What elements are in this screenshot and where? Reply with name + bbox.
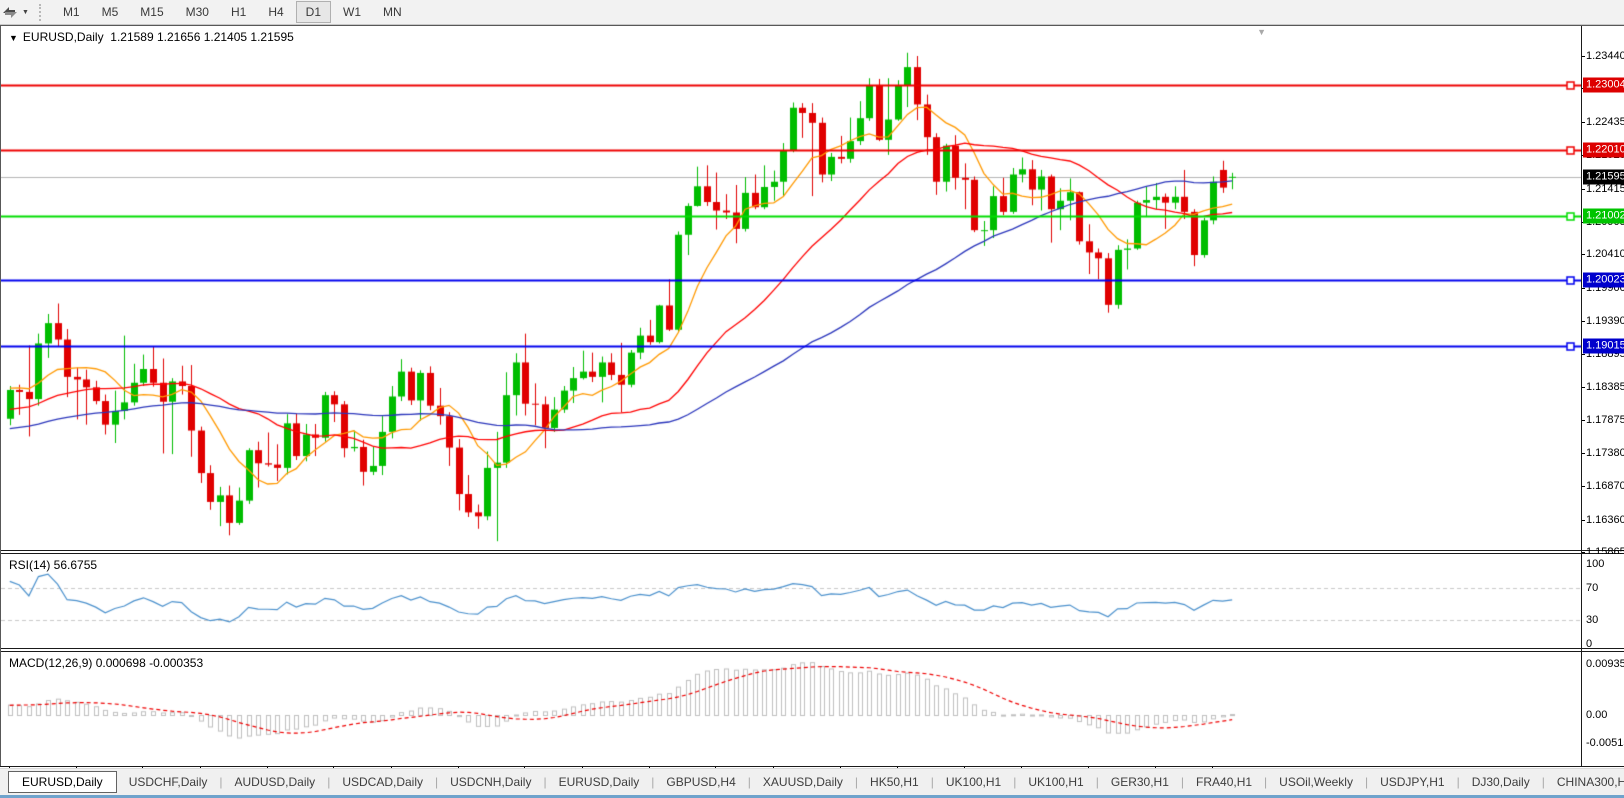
timeframe-button-w1[interactable]: W1	[333, 1, 371, 23]
macd-canvas[interactable]	[1, 652, 1581, 747]
toolbar-grip[interactable]	[39, 4, 44, 21]
macd-axis-label: 0.00	[1586, 709, 1607, 721]
chart-title-ohlc: 1.21589 1.21656 1.21405 1.21595	[110, 30, 294, 44]
rsi-axis-label: 70	[1586, 582, 1598, 594]
trading-terminal: ▼ M1M5M15M30H1H4D1W1MN ▼ EURUSD,Daily 1.2…	[0, 0, 1624, 798]
chart-tab-bar: EURUSD,DailyUSDCHF,Daily|AUDUSD,Daily|US…	[0, 768, 1624, 795]
chart-tab[interactable]: USDCNH,Daily	[438, 772, 543, 792]
macd-axis-label: 0.009354	[1586, 658, 1624, 670]
price-axis-label: 1.20410	[1586, 248, 1624, 260]
price-axis-label: 1.17380	[1586, 447, 1624, 459]
timeframe-button-m30[interactable]: M30	[176, 1, 219, 23]
chart-tab[interactable]: HK50,H1	[858, 772, 931, 792]
chart-window: ▼ EURUSD,Daily 1.21589 1.21656 1.21405 1.…	[0, 25, 1624, 766]
price-axis-label: 1.16870	[1586, 480, 1624, 492]
price-level-badge: 1.22010	[1583, 142, 1624, 157]
chart-tab[interactable]: GBPUSD,H4	[654, 772, 747, 792]
timeframe-button-d1[interactable]: D1	[296, 1, 331, 23]
chart-tab[interactable]: USDCAD,Daily	[330, 772, 435, 792]
timeframe-button-h1[interactable]: H1	[221, 1, 256, 23]
price-level-badge: 1.20023	[1583, 272, 1624, 287]
chart-title: ▼ EURUSD,Daily 1.21589 1.21656 1.21405 1.…	[9, 30, 294, 44]
chart-tab[interactable]: USDJPY,H1	[1368, 772, 1456, 792]
price-level-badge: 1.21002	[1583, 208, 1624, 223]
chart-tab[interactable]: CHINA300,H1	[1545, 772, 1624, 792]
price-axis-label: 1.22435	[1586, 116, 1624, 128]
price-axis-label: 1.23440	[1586, 50, 1624, 62]
price-axis-label: 1.18385	[1586, 381, 1624, 393]
timeframe-button-m15[interactable]: M15	[130, 1, 173, 23]
rsi-axis-label: 100	[1586, 558, 1604, 570]
chart-title-symbol: EURUSD,Daily	[23, 30, 104, 44]
rsi-canvas[interactable]	[1, 554, 1581, 648]
timeframe-button-h4[interactable]: H4	[258, 1, 293, 23]
chart-tool-icon	[2, 4, 18, 20]
rsi-axis-label: 0	[1586, 638, 1592, 650]
macd-label: MACD(12,26,9) 0.000698 -0.000353	[9, 656, 203, 670]
rsi-panel: RSI(14) 56.6755 100 70 30 0	[1, 554, 1624, 648]
chart-tab[interactable]: USOil,Weekly	[1267, 772, 1365, 792]
chart-shift-marker-icon[interactable]: ▼	[1257, 27, 1266, 37]
macd-axis-label: -0.005156	[1586, 737, 1624, 749]
chart-tool-button[interactable]: ▼	[0, 4, 33, 20]
timeframe-button-mn[interactable]: MN	[373, 1, 412, 23]
price-level-badge: 1.21595	[1583, 169, 1624, 184]
macd-panel: MACD(12,26,9) 0.000698 -0.000353 0.00935…	[1, 652, 1624, 747]
price-panel: ▼ EURUSD,Daily 1.21589 1.21656 1.21405 1.…	[1, 26, 1624, 550]
chart-tab[interactable]: EURUSD,Daily	[547, 772, 652, 792]
timeframe-button-m5[interactable]: M5	[92, 1, 129, 23]
price-axis-label: 1.19390	[1586, 315, 1624, 327]
price-level-badge: 1.19015	[1583, 338, 1624, 353]
chart-tab-active[interactable]: EURUSD,Daily	[8, 771, 117, 793]
chart-tab[interactable]: XAUUSD,Daily	[751, 772, 855, 792]
timeframe-buttons: M1M5M15M30H1H4D1W1MN	[52, 1, 413, 23]
price-axis-label: 1.17875	[1586, 414, 1624, 426]
axis-separator-line	[1581, 26, 1582, 767]
chart-tab[interactable]: AUDUSD,Daily	[223, 772, 328, 792]
chart-tab[interactable]: UK100,H1	[1016, 772, 1095, 792]
chart-tab[interactable]: GER30,H1	[1099, 772, 1181, 792]
chart-tab[interactable]: DJ30,Daily	[1460, 772, 1542, 792]
timeframe-button-m1[interactable]: M1	[53, 1, 90, 23]
title-collapse-icon[interactable]: ▼	[9, 33, 18, 43]
chart-tab[interactable]: USDCHF,Daily	[117, 772, 220, 792]
timeframe-toolbar: ▼ M1M5M15M30H1H4D1W1MN	[0, 0, 1624, 25]
chart-tab[interactable]: FRA40,H1	[1184, 772, 1264, 792]
price-level-badge: 1.23004	[1583, 77, 1624, 92]
rsi-axis-label: 30	[1586, 614, 1598, 626]
price-axis-label: 1.21415	[1586, 183, 1624, 195]
dropdown-caret-icon[interactable]: ▼	[22, 9, 29, 16]
chart-tab[interactable]: UK100,H1	[934, 772, 1013, 792]
price-chart-canvas[interactable]	[1, 26, 1581, 550]
rsi-label: RSI(14) 56.6755	[9, 558, 97, 572]
price-axis-label: 1.16360	[1586, 514, 1624, 526]
